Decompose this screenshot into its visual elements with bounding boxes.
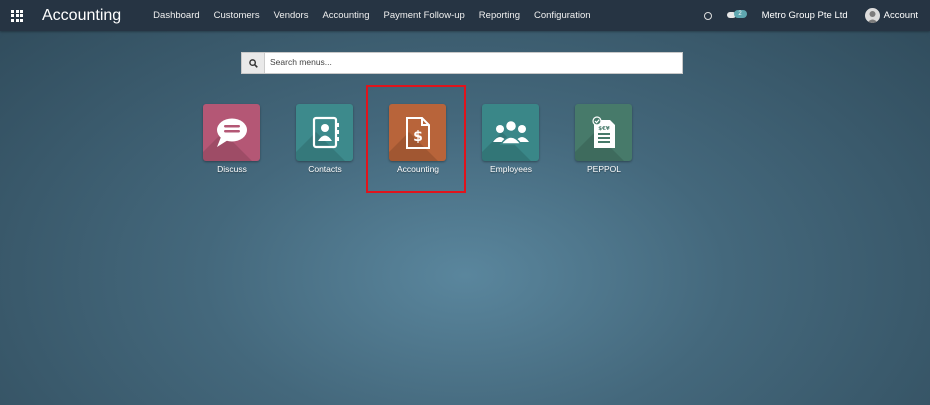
svg-text:$: $: [413, 129, 423, 145]
systray: 2 Metro Group Pte Ltd Account: [703, 8, 918, 23]
menu-item-reporting[interactable]: Reporting: [479, 10, 520, 21]
search-bar: [241, 52, 683, 74]
app-switcher-button[interactable]: [2, 0, 32, 31]
app-contacts[interactable]: Contacts: [296, 104, 354, 174]
account-menu[interactable]: Account: [884, 10, 918, 21]
users-group-icon: [482, 104, 539, 161]
top-navbar: Accounting Dashboard Customers Vendors A…: [0, 0, 930, 31]
menu-item-accounting[interactable]: Accounting: [322, 10, 369, 21]
menu-item-payment-follow-up[interactable]: Payment Follow-up: [383, 10, 464, 21]
speech-bubble-icon: [203, 104, 260, 161]
main-menu: Dashboard Customers Vendors Accounting P…: [153, 10, 604, 21]
company-switcher[interactable]: Metro Group Pte Ltd: [762, 10, 848, 21]
app-label: Contacts: [308, 164, 342, 174]
app-title[interactable]: Accounting: [42, 7, 121, 25]
app-label: Discuss: [217, 164, 247, 174]
menu-item-dashboard[interactable]: Dashboard: [153, 10, 199, 21]
svg-text:$€¥: $€¥: [598, 126, 610, 132]
menu-item-vendors[interactable]: Vendors: [274, 10, 309, 21]
app-label: Employees: [489, 164, 533, 174]
messaging-button[interactable]: 2: [726, 9, 747, 21]
search-icon[interactable]: [242, 53, 265, 73]
menu-item-customers[interactable]: Customers: [214, 10, 260, 21]
app-discuss[interactable]: Discuss: [203, 104, 261, 174]
app-employees[interactable]: Employees: [482, 104, 540, 174]
user-icon: [866, 11, 878, 23]
avatar[interactable]: [864, 8, 880, 23]
app-label: PEPPOL: [586, 164, 622, 174]
grid-icon: [11, 9, 23, 22]
menu-item-configuration[interactable]: Configuration: [534, 10, 591, 21]
einvoice-icon: $€¥: [575, 104, 632, 161]
app-peppol[interactable]: $€¥ PEPPOL: [575, 104, 633, 174]
search-input[interactable]: [265, 53, 682, 71]
message-count-badge: 2: [733, 9, 747, 18]
address-book-icon: [296, 104, 353, 161]
clock-icon[interactable]: [703, 11, 712, 20]
